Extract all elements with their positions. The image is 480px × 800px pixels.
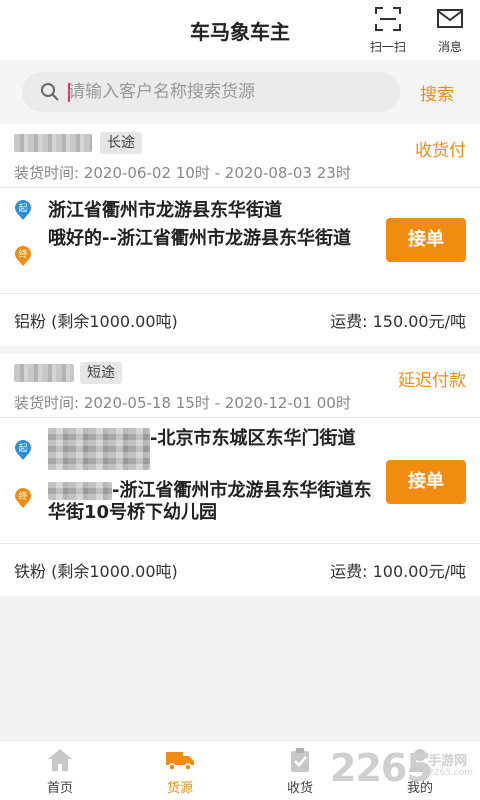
end-pin-label: 终 xyxy=(18,490,27,502)
load-time: 装货时间: 2020-06-02 10时 - 2020-08-03 23时 xyxy=(14,164,351,182)
end-address: 哦好的--浙江省衢州市龙游县东华街道 xyxy=(48,228,351,249)
start-address: 浙江省衢州市龙游县东华街道 xyxy=(48,200,282,221)
tab-home[interactable]: 首页 xyxy=(0,747,120,796)
route-type-tag: 短途 xyxy=(80,362,122,384)
home-icon xyxy=(48,749,72,771)
redacted-customer-mosaic xyxy=(48,428,150,470)
tab-label: 货源 xyxy=(166,781,193,796)
text-cursor xyxy=(68,83,70,102)
start-pin-label: 起 xyxy=(18,203,27,214)
order-card-route: 起 -北京市东城区东华门街道 终 -浙江省衢州市龙游县东华街道东华街10号桥下幼… xyxy=(0,418,480,544)
tab-label: 首页 xyxy=(46,781,73,796)
search-bar: 搜索 xyxy=(0,60,480,124)
scan-label: 扫一扫 xyxy=(369,40,406,54)
search-button[interactable]: 搜索 xyxy=(420,80,454,105)
watermark-text: 手游网 xyxy=(428,754,468,769)
scan-icon xyxy=(375,7,401,31)
start-address: -北京市东城区东华门街道 xyxy=(150,428,356,449)
start-pin-icon: 起 xyxy=(15,440,31,460)
site-watermark: 2265 手游网 2265.com xyxy=(330,746,480,796)
goods-info: 铁粉 (剩余1000.00吨) xyxy=(14,562,178,581)
customer-name-blurred xyxy=(14,134,92,152)
tab-cargo-source[interactable]: 货源 xyxy=(120,747,240,796)
accept-order-button[interactable]: 接单 xyxy=(386,218,466,262)
route-type-tag: 长途 xyxy=(100,132,142,154)
app-header: 车马象车主 扫一扫 消息 xyxy=(0,0,480,60)
order-card-footer: 铁粉 (剩余1000.00吨) 运费: 100.00元/吨 xyxy=(0,544,480,596)
payment-type: 延迟付款 xyxy=(398,371,466,391)
payment-type: 收货付 xyxy=(415,141,466,161)
order-card-route: 起 浙江省衢州市龙游县东华街道 终 哦好的--浙江省衢州市龙游县东华街道 接单 xyxy=(0,188,480,294)
redacted-customer-mosaic xyxy=(48,482,112,500)
end-address-row: -浙江省衢州市龙游县东华街道东华街10号桥下幼儿园 xyxy=(48,480,388,524)
order-card: 短途 延迟付款 装货时间: 2020-05-18 15时 - 2020-12-0… xyxy=(0,354,480,596)
search-icon xyxy=(41,83,59,101)
search-box[interactable] xyxy=(22,72,400,112)
search-input[interactable] xyxy=(68,72,388,112)
customer-name-blurred xyxy=(14,364,74,382)
order-card-footer: 铝粉 (剩余1000.00吨) 运费: 150.00元/吨 xyxy=(0,294,480,346)
start-pin-label: 起 xyxy=(18,443,27,454)
clipboard-check-icon xyxy=(291,748,309,772)
freight-price: 运费: 150.00元/吨 xyxy=(330,312,466,331)
end-pin-icon: 终 xyxy=(15,488,31,508)
scan-button[interactable]: 扫一扫 xyxy=(366,6,410,55)
mail-icon xyxy=(437,9,463,28)
message-label: 消息 xyxy=(437,40,462,54)
freight-price: 运费: 100.00元/吨 xyxy=(330,562,466,581)
truck-icon xyxy=(166,752,194,771)
end-pin-label: 终 xyxy=(18,248,27,260)
start-address-row: -北京市东城区东华门街道 xyxy=(48,428,388,470)
order-card-header: 长途 收货付 装货时间: 2020-06-02 10时 - 2020-08-03… xyxy=(0,124,480,188)
watermark-number: 2265 xyxy=(330,746,433,790)
watermark-url: 2265.com xyxy=(428,768,473,778)
end-pin-icon: 终 xyxy=(15,246,31,266)
accept-order-button[interactable]: 接单 xyxy=(386,460,466,504)
goods-info: 铝粉 (剩余1000.00吨) xyxy=(14,312,178,331)
load-time: 装货时间: 2020-05-18 15时 - 2020-12-01 00时 xyxy=(14,394,351,412)
message-button[interactable]: 消息 xyxy=(428,6,472,55)
order-card: 长途 收货付 装货时间: 2020-06-02 10时 - 2020-08-03… xyxy=(0,124,480,346)
order-card-header: 短途 延迟付款 装货时间: 2020-05-18 15时 - 2020-12-0… xyxy=(0,354,480,418)
start-pin-icon: 起 xyxy=(15,200,31,220)
